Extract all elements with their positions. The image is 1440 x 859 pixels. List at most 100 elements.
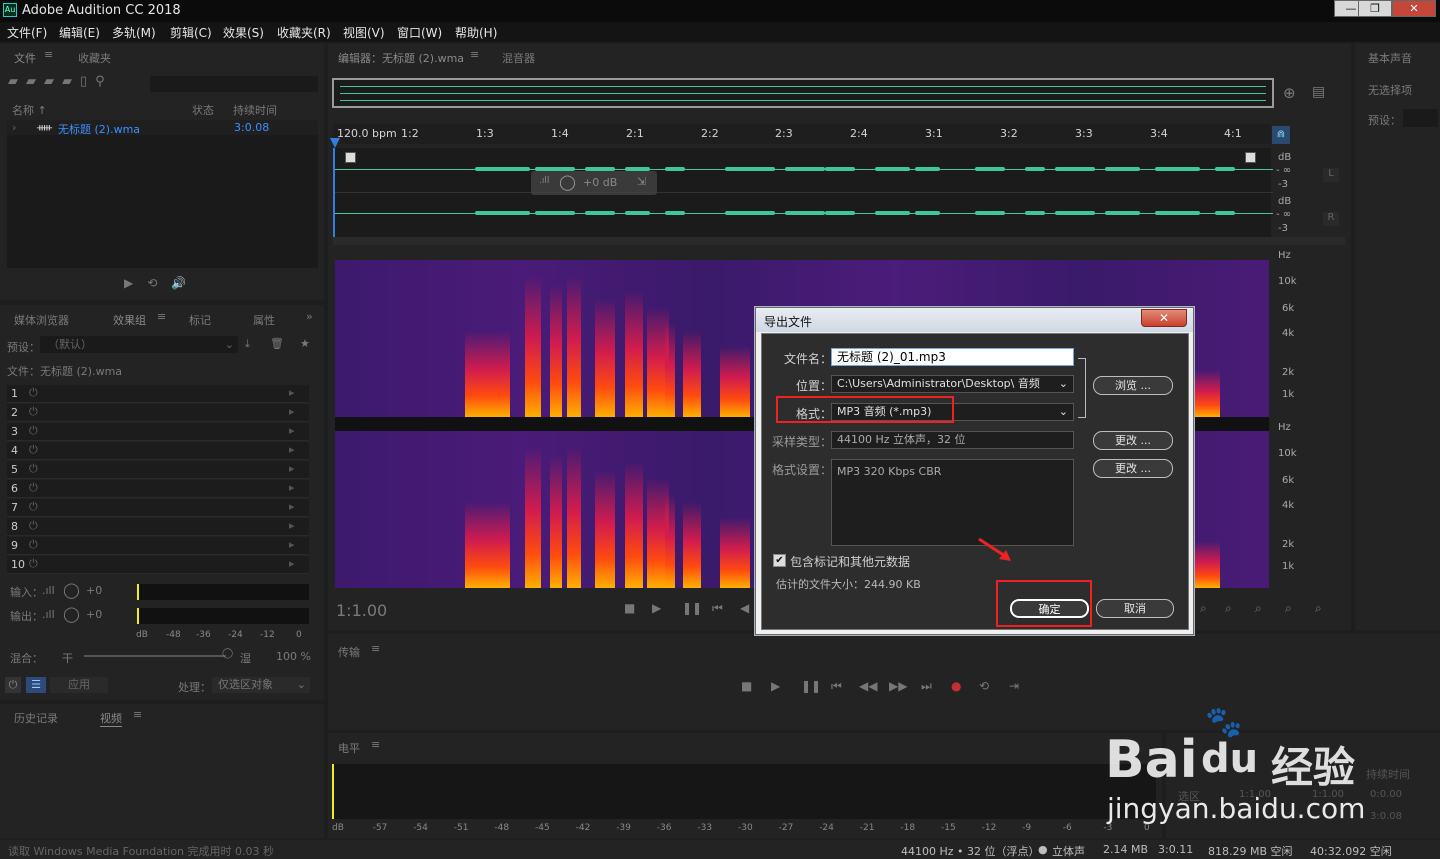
panel-menu-icon[interactable]: ≡	[157, 310, 166, 323]
preset-select[interactable]: （默认） ⌄	[40, 336, 238, 353]
autoplay-icon[interactable]: 🔊	[171, 276, 200, 290]
rewind-icon[interactable]: ◀	[740, 601, 749, 615]
essential-sound-title[interactable]: 基本声音	[1368, 50, 1412, 66]
file-search-input[interactable]	[150, 76, 318, 92]
record-icon[interactable]: ●	[951, 679, 961, 693]
tab-mixer[interactable]: 混音器	[502, 50, 535, 66]
import-icon[interactable]: ▰	[26, 74, 44, 89]
fade-out-handle[interactable]	[1245, 152, 1256, 163]
selection-end[interactable]: 1:1.00	[1312, 789, 1344, 800]
effect-slot[interactable]: 10 ⏻ ▸	[7, 556, 309, 574]
menu-help[interactable]: 帮助(H)	[455, 24, 497, 41]
effect-slot[interactable]: 9 ⏻ ▸	[7, 537, 309, 555]
loop-icon[interactable]: ⟲	[147, 276, 171, 290]
selection-start[interactable]: 1:1.00	[1239, 789, 1271, 800]
go-to-end-icon[interactable]: ⏭	[921, 679, 932, 694]
zoom-out-icon[interactable]: ⌕	[1255, 601, 1262, 616]
go-to-start-icon[interactable]: ⏮	[712, 601, 723, 616]
effect-slot[interactable]: 8 ⏻ ▸	[7, 518, 309, 536]
panel-layout-icon[interactable]: ▤	[1312, 84, 1325, 100]
col-duration[interactable]: 持续时间	[233, 102, 277, 118]
ok-button[interactable]: 确定	[1010, 599, 1089, 618]
panel-menu-icon[interactable]: ≡	[371, 738, 380, 751]
tab-files[interactable]: 文件	[14, 50, 36, 66]
zoom-selection-icon[interactable]: ⌕	[1315, 601, 1322, 616]
search-icon[interactable]: ⚲	[95, 74, 113, 89]
stop-icon[interactable]: ■	[624, 601, 635, 615]
slot-arrow-icon[interactable]: ▸	[289, 538, 295, 551]
open-folder-icon[interactable]: ▰	[8, 74, 26, 89]
zoom-in-out-icon[interactable]: ⌕	[1285, 601, 1292, 616]
delete-icon[interactable]: ▯	[80, 74, 95, 89]
tab-editor[interactable]: 编辑器：无标题 (2).wma	[338, 50, 464, 66]
menu-view[interactable]: 视图(V)	[343, 24, 385, 41]
power-icon[interactable]: ⏻	[29, 519, 38, 533]
change-sample-button[interactable]: 更改 ...	[1093, 431, 1173, 450]
menu-favorites[interactable]: 收藏夹(R)	[277, 24, 331, 41]
mix-slider-handle[interactable]: ◯	[222, 648, 233, 659]
panel-menu-icon[interactable]: ≡	[133, 708, 142, 721]
slot-arrow-icon[interactable]: ▸	[289, 462, 295, 475]
skip-icon[interactable]: ⇥	[1009, 679, 1019, 693]
zoom-tool-icon[interactable]: ⊕	[1283, 84, 1296, 102]
power-icon[interactable]: ⏻	[29, 386, 38, 400]
format-select[interactable]: MP3 音频 (*.mp3) ⌄	[831, 403, 1074, 421]
dialog-close-button[interactable]: ✕	[1141, 309, 1187, 327]
overflow-chevron-icon[interactable]: »	[306, 310, 313, 323]
mix-slider[interactable]	[84, 655, 226, 657]
gain-hud[interactable]: .ıll ◯ +0 dB ⇲	[531, 171, 657, 195]
slot-arrow-icon[interactable]: ▸	[289, 481, 295, 494]
slot-arrow-icon[interactable]: ▸	[289, 443, 295, 456]
list-item[interactable]: › ᚔ 无标题 (2).wma 3:0.08	[7, 120, 318, 136]
power-icon[interactable]: ⏻	[5, 677, 21, 693]
view-divider[interactable]	[333, 237, 1345, 245]
effect-slot[interactable]: 5 ⏻ ▸	[7, 461, 309, 479]
tab-favorites[interactable]: 收藏夹	[78, 50, 111, 66]
zoom-in-icon[interactable]: ⌕	[1225, 601, 1232, 616]
tab-effects-rack[interactable]: 效果组	[113, 312, 146, 328]
filename-input[interactable]: 无标题 (2)_01.mp3	[831, 348, 1074, 366]
expand-icon[interactable]: ›	[12, 121, 16, 134]
save-preset-icon[interactable]: ⤓	[245, 337, 250, 351]
tab-media-browser[interactable]: 媒体浏览器	[14, 312, 69, 328]
slot-arrow-icon[interactable]: ▸	[289, 519, 295, 532]
output-knob-icon[interactable]: ◯	[63, 605, 80, 623]
panel-menu-icon[interactable]: ≡	[44, 48, 53, 61]
favorite-star-icon[interactable]: ★	[300, 337, 310, 350]
rewind-icon[interactable]: ◀◀	[859, 679, 877, 693]
slot-arrow-icon[interactable]: ▸	[289, 500, 295, 513]
tab-properties[interactable]: 属性	[253, 312, 275, 328]
play-icon[interactable]: ▶	[124, 276, 147, 290]
effect-slot[interactable]: 2 ⏻ ▸	[7, 404, 309, 422]
go-to-start-icon[interactable]: ⏮	[831, 679, 842, 694]
power-icon[interactable]: ⏻	[29, 424, 38, 438]
fast-forward-icon[interactable]: ▶▶	[889, 679, 907, 693]
view-duration[interactable]: 3:0.08	[1370, 811, 1402, 822]
pin-icon[interactable]: ⇲	[637, 175, 646, 188]
fade-in-handle[interactable]	[345, 152, 356, 163]
power-icon[interactable]: ⏻	[29, 557, 38, 571]
effect-slot[interactable]: 6 ⏻ ▸	[7, 480, 309, 498]
list-view-icon[interactable]: ☰	[26, 677, 46, 693]
slot-arrow-icon[interactable]: ▸	[289, 405, 295, 418]
power-icon[interactable]: ⏻	[29, 443, 38, 457]
power-icon[interactable]: ⏻	[29, 500, 38, 514]
panel-menu-icon[interactable]: ≡	[371, 642, 380, 655]
menu-window[interactable]: 窗口(W)	[397, 24, 442, 41]
tab-video[interactable]: 视频	[100, 710, 122, 727]
gain-knob-icon[interactable]: ◯	[559, 173, 576, 191]
power-icon[interactable]: ⏻	[29, 538, 38, 552]
current-time[interactable]: 1:1.00	[336, 601, 387, 620]
dialog-title-bar[interactable]: 导出文件 ✕	[756, 308, 1193, 332]
menu-file[interactable]: 文件(F)	[7, 24, 47, 41]
pause-icon[interactable]: ❚❚	[801, 679, 821, 693]
browse-button[interactable]: 浏览 ...	[1093, 376, 1173, 395]
menu-clip[interactable]: 剪辑(C)	[170, 24, 212, 41]
effect-slot[interactable]: 4 ⏻ ▸	[7, 442, 309, 460]
timeline-ruler[interactable]: 120.0 bpm 1:2 1:3 1:4 2:1 2:2 2:3 2:4 3:…	[333, 124, 1271, 144]
maximize-button[interactable]: ❐	[1358, 0, 1392, 17]
power-icon[interactable]: ⏻	[29, 462, 38, 476]
zoom-amplitude-icon[interactable]: ⌕	[1200, 601, 1207, 616]
effect-slot[interactable]: 7 ⏻ ▸	[7, 499, 309, 517]
menu-edit[interactable]: 编辑(E)	[59, 24, 100, 41]
